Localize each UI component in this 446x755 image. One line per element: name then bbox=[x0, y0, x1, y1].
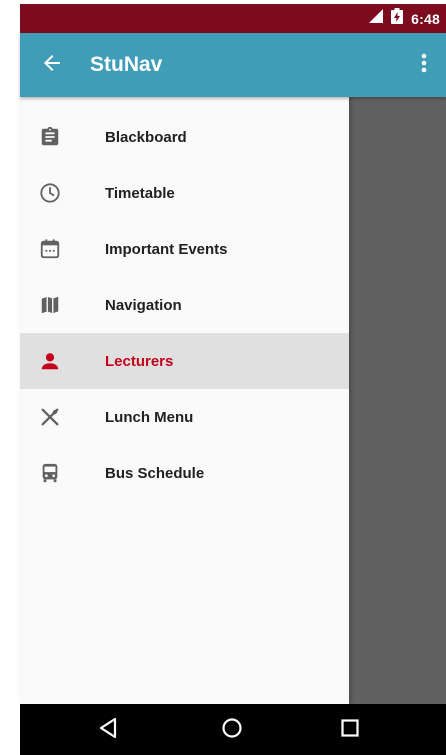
app-bar: StuNav bbox=[20, 33, 446, 97]
back-button[interactable] bbox=[36, 49, 68, 81]
drawer-item-bus-schedule[interactable]: Bus Schedule bbox=[20, 445, 349, 501]
overflow-menu-button[interactable] bbox=[414, 51, 434, 79]
system-recents-button[interactable] bbox=[336, 716, 364, 744]
drawer-item-label: Blackboard bbox=[105, 128, 187, 146]
drawer-item-label: Bus Schedule bbox=[105, 464, 205, 482]
drawer-item-lecturers[interactable]: Lecturers bbox=[20, 333, 349, 389]
status-time: 6:48 bbox=[411, 10, 440, 27]
drawer-scrim[interactable] bbox=[349, 97, 446, 704]
drawer-item-label: Lunch Menu bbox=[105, 408, 194, 426]
calendar-icon bbox=[38, 237, 62, 261]
drawer-item-label: Lecturers bbox=[105, 352, 174, 370]
screen-gutter bbox=[0, 0, 20, 755]
battery-icon bbox=[391, 8, 404, 29]
android-screen: 6:48 StuNav Blackboard Timetable Importa… bbox=[0, 0, 446, 755]
navigation-drawer: Blackboard Timetable Important Events Na… bbox=[20, 97, 349, 704]
drawer-item-label: Timetable bbox=[105, 184, 175, 202]
drawer-item-lunch-menu[interactable]: Lunch Menu bbox=[20, 389, 349, 445]
system-nav-bar bbox=[20, 704, 446, 755]
bus-icon bbox=[38, 461, 62, 485]
clipboard-icon bbox=[38, 125, 62, 149]
person-icon bbox=[38, 349, 62, 373]
map-icon bbox=[38, 293, 62, 317]
app-title: StuNav bbox=[90, 53, 163, 76]
signal-icon bbox=[369, 9, 384, 28]
drawer-item-timetable[interactable]: Timetable bbox=[20, 165, 349, 221]
drawer-item-label: Navigation bbox=[105, 296, 182, 314]
more-vert-icon bbox=[421, 53, 427, 78]
arrow-back-icon bbox=[43, 54, 61, 77]
status-icons: 6:48 bbox=[369, 4, 440, 33]
drawer-item-navigation[interactable]: Navigation bbox=[20, 277, 349, 333]
system-back-button[interactable] bbox=[94, 716, 122, 744]
drawer-item-label: Important Events bbox=[105, 240, 228, 258]
status-bar: 6:48 bbox=[20, 4, 446, 33]
utensils-icon bbox=[38, 405, 62, 429]
drawer-item-important-events[interactable]: Important Events bbox=[20, 221, 349, 277]
clock-icon bbox=[38, 181, 62, 205]
back-triangle-icon bbox=[98, 717, 118, 744]
drawer-menu: Blackboard Timetable Important Events Na… bbox=[20, 109, 349, 501]
system-home-button[interactable] bbox=[218, 716, 246, 744]
drawer-item-blackboard[interactable]: Blackboard bbox=[20, 109, 349, 165]
recents-square-icon bbox=[340, 718, 360, 743]
home-circle-icon bbox=[221, 717, 243, 744]
